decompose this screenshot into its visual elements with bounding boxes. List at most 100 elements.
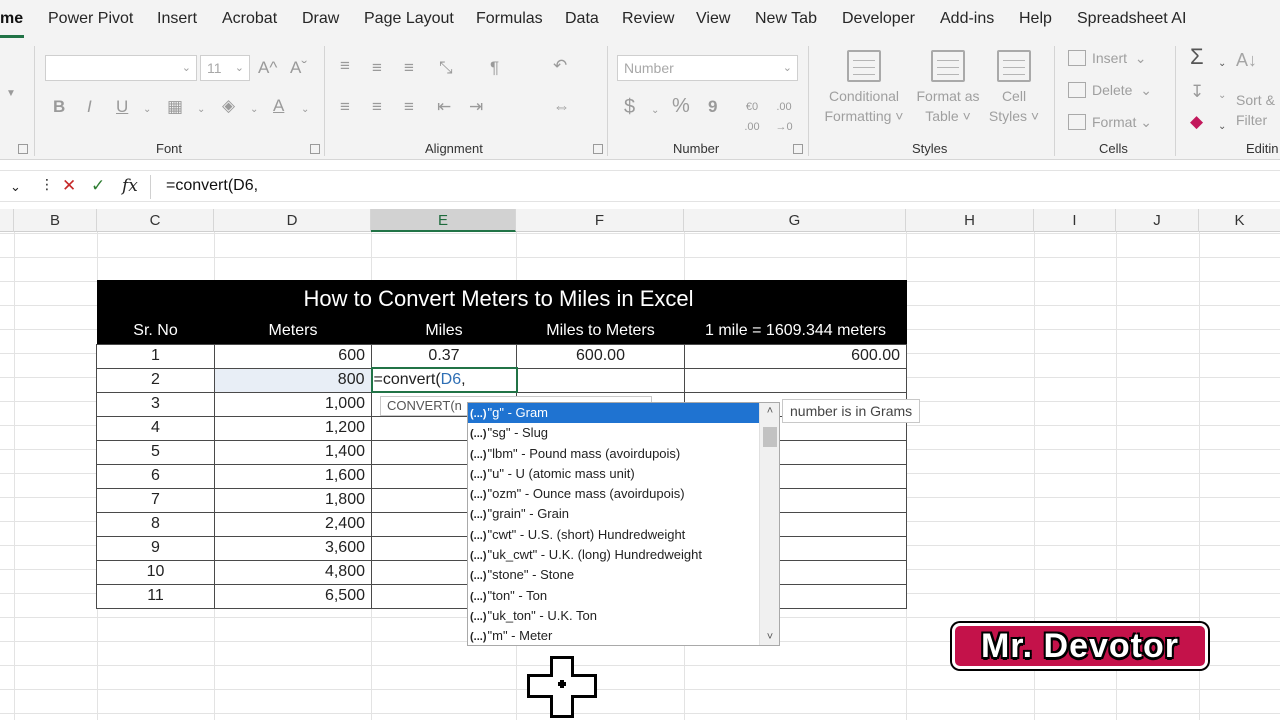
insert-cells-button[interactable]: Insert ⌄ [1068,50,1147,67]
chevron-down-icon[interactable]: ⌄ [651,101,659,121]
currency-icon[interactable]: $ [624,97,635,117]
autocomplete-item[interactable]: (...)"stone" - Stone [468,565,759,585]
cell-conversion[interactable] [684,367,907,393]
cell-meters[interactable]: 1,200 [214,415,372,441]
cell-sr[interactable]: 11 [96,583,215,609]
decrease-decimal-icon[interactable]: .00 →0 [772,97,796,137]
column-header-e[interactable]: E [371,209,516,232]
delete-cells-button[interactable]: Delete ⌄ [1068,82,1152,99]
cell-meters[interactable]: 6,500 [214,583,372,609]
cancel-icon[interactable]: ✕ [62,176,76,196]
decrease-indent-icon[interactable]: ⇤ [437,97,451,117]
chevron-down-icon[interactable]: ⌄ [10,179,21,195]
cell-meters[interactable]: 4,800 [214,559,372,585]
header-sr-no[interactable]: Sr. No [96,318,215,344]
column-header-h[interactable]: H [906,209,1034,232]
cell-styles-button[interactable]: Cell Styles ˅ [988,50,1040,126]
more-options-icon[interactable]: ⋮ [40,176,54,193]
chevron-down-icon[interactable]: ▼ [6,84,16,104]
cell-sr[interactable]: 2 [96,367,215,393]
shrink-font-icon[interactable]: Aˇ [290,58,307,78]
cell-sr[interactable]: 10 [96,559,215,585]
autocomplete-item[interactable]: (...)"uk_cwt" - U.K. (long) Hundredweigh… [468,545,759,565]
tab-view[interactable]: View [696,10,730,28]
column-header-partial[interactable] [0,209,14,232]
format-as-table-button[interactable]: Format as Table ˅ [912,50,984,126]
tab-power-pivot[interactable]: Power Pivot [48,10,133,28]
chevron-down-icon[interactable]: ⌄ [197,100,205,120]
header-miles[interactable]: Miles [371,318,517,344]
align-left-icon[interactable]: ≡ [340,97,350,117]
fill-icon[interactable]: ↧ [1190,82,1204,102]
align-right-icon[interactable]: ≡ [404,97,414,117]
tab-help[interactable]: Help [1019,10,1052,28]
column-header-i[interactable]: I [1034,209,1116,232]
chevron-down-icon[interactable]: ⌄ [301,100,309,120]
column-header-c[interactable]: C [97,209,214,232]
align-middle-icon[interactable]: ≡ [372,58,382,78]
autosum-icon[interactable]: Σ [1190,46,1204,68]
autocomplete-item[interactable]: (...)"lbm" - Pound mass (avoirdupois) [468,444,759,464]
autocomplete-scrollbar[interactable]: ˄ ˅ [759,403,779,645]
italic-icon[interactable]: I [87,97,92,117]
tab-add-ins[interactable]: Add-ins [940,10,994,28]
cell-meters[interactable]: 2,400 [214,511,372,537]
tab-new-tab[interactable]: New Tab [755,10,817,28]
chevron-down-icon[interactable]: ⌄ [143,100,151,120]
align-top-icon[interactable]: ≡ [340,56,350,76]
column-header-k[interactable]: K [1199,209,1280,232]
cell-meters[interactable]: 1,400 [214,439,372,465]
formula-input[interactable]: =convert(D6, [166,177,258,195]
cell-miles[interactable]: 0.37 [371,343,517,369]
tab-page-layout[interactable]: Page Layout [364,10,454,28]
cell-meters[interactable]: 600 [214,343,372,369]
cell-sr[interactable]: 9 [96,535,215,561]
bold-icon[interactable]: B [53,97,65,117]
dialog-launcher-icon[interactable] [310,144,320,154]
autocomplete-item[interactable]: (...)"ton" - Ton [468,586,759,606]
cell-sr[interactable]: 8 [96,511,215,537]
autocomplete-item[interactable]: (...)"m" - Meter [468,626,759,645]
table-title[interactable]: How to Convert Meters to Miles in Excel [96,280,907,318]
dialog-launcher-icon[interactable] [793,144,803,154]
comma-style-icon[interactable]: 9 [708,97,717,117]
font-size-combo[interactable]: 11 ⌄ [200,55,250,81]
autocomplete-item[interactable]: (...)"g" - Gram [468,403,759,424]
align-bottom-icon[interactable]: ≡ [404,58,414,78]
column-header-d[interactable]: D [214,209,371,232]
tab-developer[interactable]: Developer [842,10,915,28]
header-conversion[interactable]: 1 mile = 1609.344 meters [684,318,907,344]
column-header-j[interactable]: J [1116,209,1199,232]
font-name-combo[interactable]: ⌄ [45,55,197,81]
tab-formulas[interactable]: Formulas [476,10,543,28]
chevron-down-icon[interactable]: ⌄ [1218,86,1226,106]
autocomplete-item[interactable]: (...)"grain" - Grain [468,504,759,524]
tab-acrobat[interactable]: Acrobat [222,10,277,28]
tab-draw[interactable]: Draw [302,10,339,28]
column-header-g[interactable]: G [684,209,906,232]
header-miles-to-meters[interactable]: Miles to Meters [516,318,685,344]
cell-meters[interactable]: 1,800 [214,487,372,513]
scroll-up-icon[interactable]: ˄ [760,405,779,417]
cell-miles-to-meters[interactable] [516,367,685,393]
tab-review[interactable]: Review [622,10,674,28]
merge-center-icon[interactable]: ⇔ [553,97,570,117]
cell-meters[interactable]: 3,600 [214,535,372,561]
underline-icon[interactable]: U [116,97,128,117]
insert-function-icon[interactable]: fx [122,176,138,196]
dialog-launcher-icon[interactable] [593,144,603,154]
enter-icon[interactable]: ✓ [91,176,105,196]
rtl-icon[interactable]: ¶ [490,58,499,78]
cell-meters-referenced[interactable]: 800 [214,367,372,393]
cell-sr[interactable]: 1 [96,343,215,369]
clear-icon[interactable]: ◆ [1190,112,1203,132]
fill-color-icon[interactable]: ◈ [222,96,235,116]
cell-meters[interactable]: 1,600 [214,463,372,489]
autocomplete-item[interactable]: (...)"sg" - Slug [468,423,759,443]
cell-miles-editing[interactable]: =convert(D6, [370,367,518,393]
autocomplete-dropdown[interactable]: (...)"g" - Gram (...)"sg" - Slug (...)"l… [467,402,780,646]
increase-decimal-icon[interactable]: €0 .00 [740,97,764,137]
cell-miles-to-meters[interactable]: 600.00 [516,343,685,369]
format-cells-button[interactable]: Format ⌄ [1068,114,1152,131]
grow-font-icon[interactable]: A^ [258,58,277,78]
